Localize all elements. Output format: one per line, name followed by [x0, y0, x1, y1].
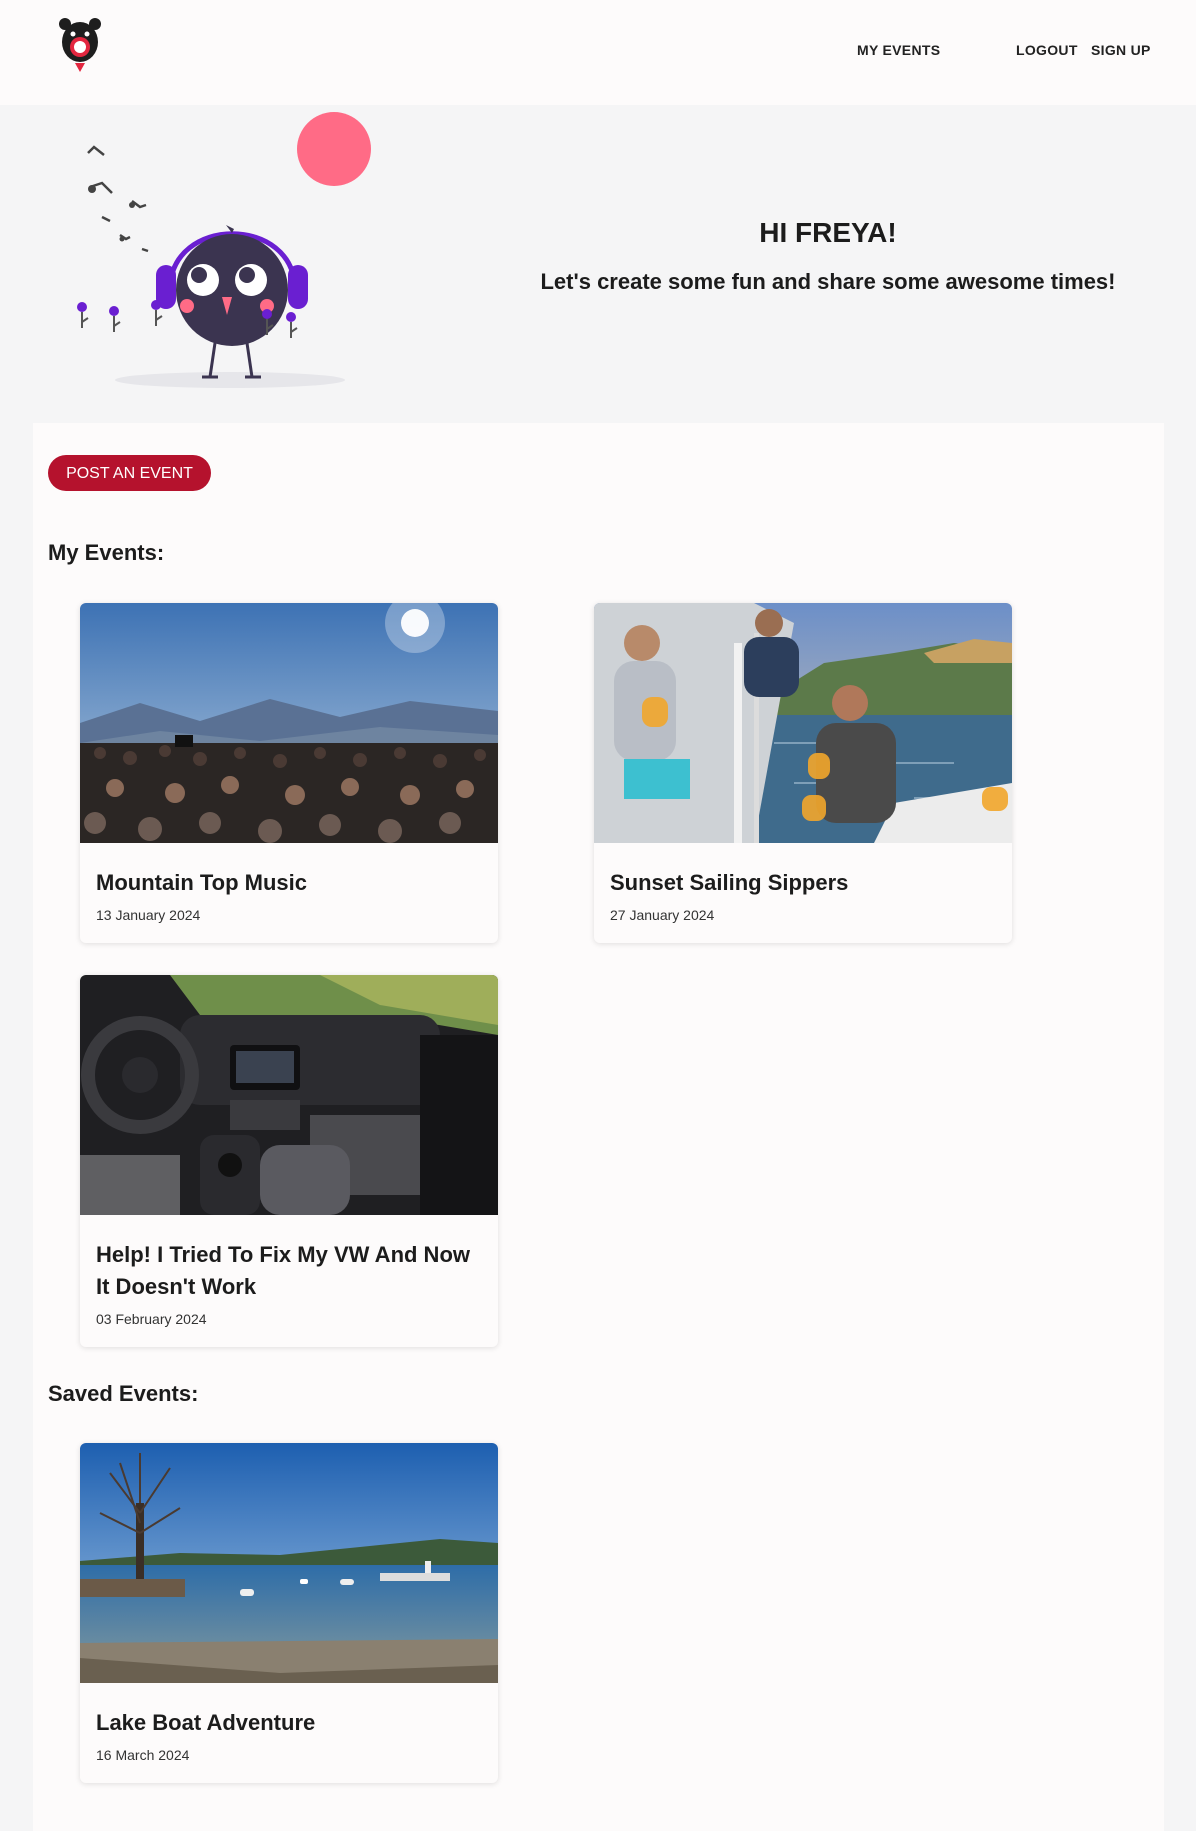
event-image-car-dashboard: [80, 975, 498, 1215]
my-events-heading: My Events:: [48, 540, 165, 565]
bird-with-headphones-illustration: [77, 112, 371, 388]
nav-logout[interactable]: LOGOUT: [1016, 42, 1078, 58]
event-title: Sunset Sailing Sippers: [610, 870, 849, 895]
saved-events-heading: Saved Events:: [48, 1381, 199, 1406]
bear-logo-icon[interactable]: [55, 14, 105, 74]
nav-sign-up[interactable]: SIGN UP: [1091, 42, 1151, 58]
event-card-vw-fix[interactable]: Help! I Tried To Fix My VW And Now It Do…: [80, 975, 498, 1347]
event-date: 03 February 2024: [96, 1311, 207, 1327]
event-image-mountain-concert: [80, 603, 498, 843]
event-card-mountain-top-music[interactable]: Mountain Top Music 13 January 2024: [80, 603, 498, 943]
nav-my-events[interactable]: MY EVENTS: [857, 42, 940, 58]
event-title: Lake Boat Adventure: [96, 1710, 316, 1735]
event-card-lake-boat-adventure[interactable]: Lake Boat Adventure 16 March 2024: [80, 1443, 498, 1783]
top-navbar: MY EVENTS LOGOUT SIGN UP: [0, 0, 1196, 105]
event-date: 13 January 2024: [96, 907, 201, 923]
event-image-sailing-friends: [594, 603, 1012, 843]
event-image-lake-boats: [80, 1443, 498, 1683]
hero-tagline: Let's create some fun and share some awe…: [540, 269, 1116, 294]
event-card-sunset-sailing-sippers[interactable]: Sunset Sailing Sippers 27 January 2024: [594, 603, 1012, 943]
events-panel: POST AN EVENT My Events: Mountain Top Mu…: [33, 423, 1164, 1831]
event-title: Mountain Top Music: [96, 870, 308, 895]
event-title: Help! I Tried To Fix My VW And Now It Do…: [96, 1242, 470, 1299]
event-date: 16 March 2024: [96, 1747, 190, 1763]
post-event-button[interactable]: POST AN EVENT: [48, 455, 211, 491]
hero-section: HI FREYA! Let's create some fun and shar…: [0, 105, 1196, 423]
greeting-heading: HI FREYA!: [759, 217, 897, 248]
event-date: 27 January 2024: [610, 907, 715, 923]
